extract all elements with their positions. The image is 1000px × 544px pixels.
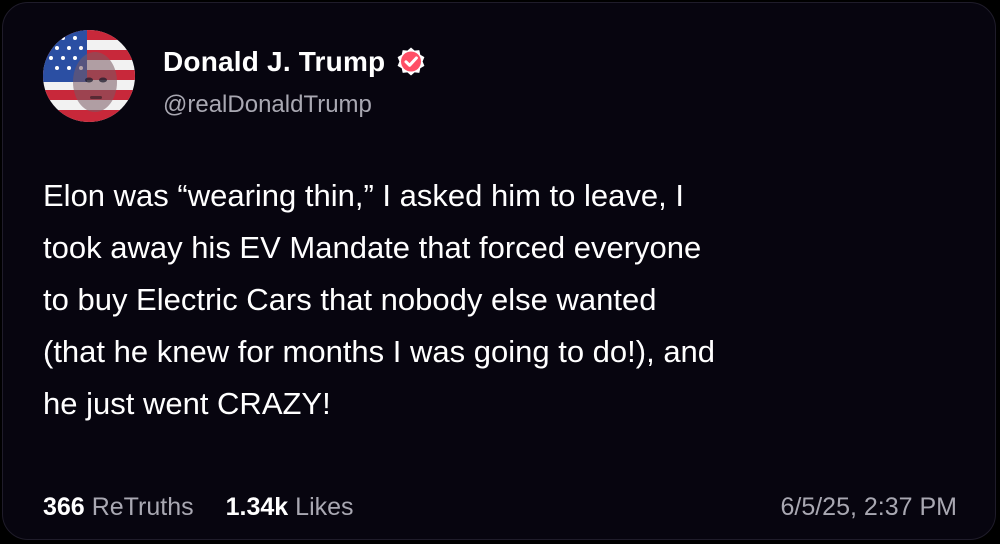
author-display-name[interactable]: Donald J. Trump [163,46,385,78]
post-text-line: (that he knew for months I was going to … [43,334,716,369]
likes-label: Likes [295,492,354,521]
post-body: Elon was “wearing thin,” I asked him to … [43,170,973,430]
retruths-stat[interactable]: 366 ReTruths [43,493,194,522]
likes-count: 1.34k [225,492,289,521]
post-timestamp[interactable]: 6/5/25, 2:37 PM [780,493,957,522]
author-handle[interactable]: @realDonaldTrump [163,91,372,119]
post-text-line: to buy Electric Cars that nobody else wa… [43,282,657,317]
post-footer: 366 ReTruths 1.34k Likes 6/5/25, 2:37 PM [43,489,957,525]
post-text-line: Elon was “wearing thin,” I asked him to … [43,178,684,213]
flag-portrait-image [43,30,135,122]
post-text-line: took away his EV Mandate that forced eve… [43,230,702,265]
avatar[interactable] [43,30,135,122]
likes-stat[interactable]: 1.34k Likes [226,493,354,522]
post-text-line: he just went CRAZY! [43,386,331,421]
post-card: Donald J. Trump @realDonaldTrump Elon wa… [2,2,996,540]
retruths-label: ReTruths [91,492,194,521]
retruths-count: 366 [43,492,85,521]
verified-badge-icon [397,47,425,76]
author-name-row: Donald J. Trump [163,43,427,81]
